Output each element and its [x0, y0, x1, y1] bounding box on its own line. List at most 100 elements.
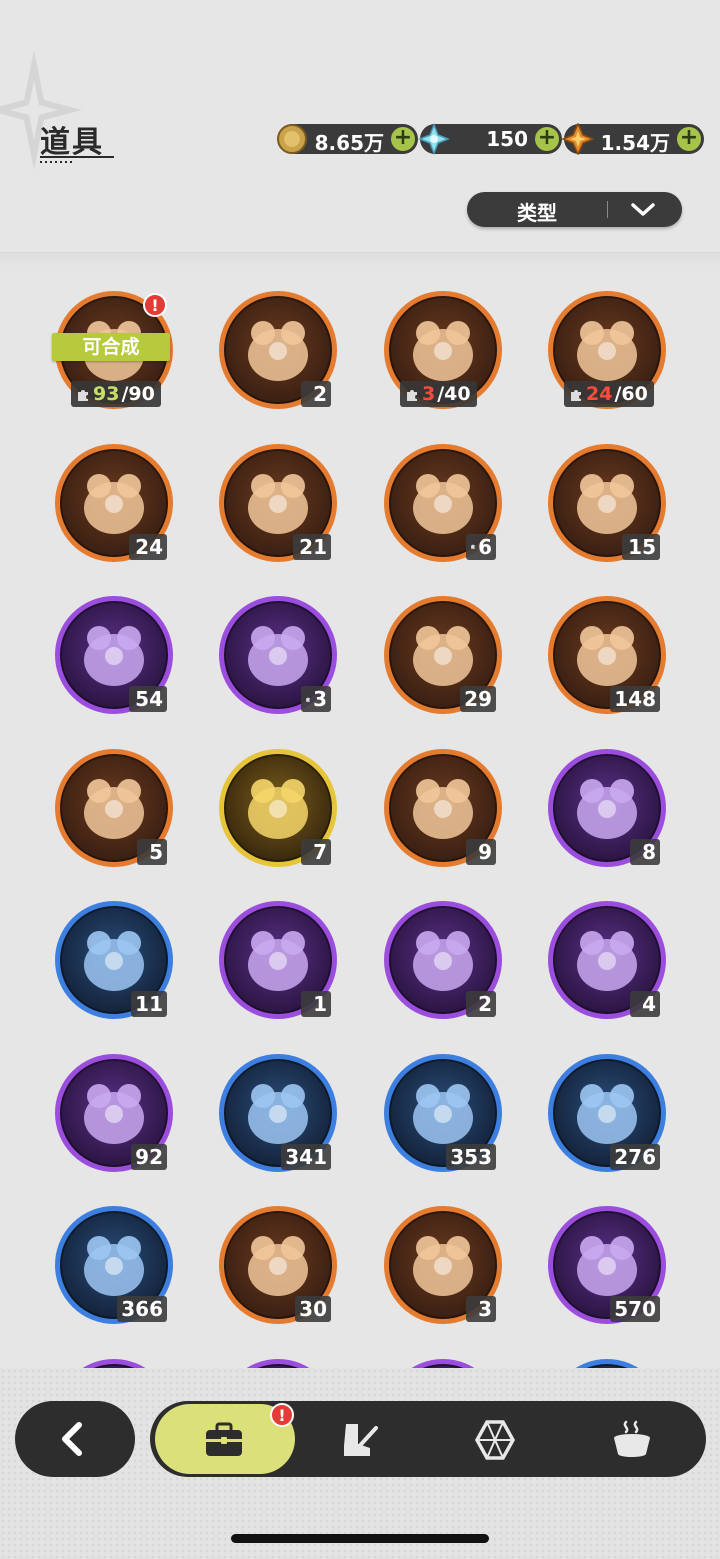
item-magic-mirror[interactable]: 2: [384, 901, 502, 1019]
item-white-creature-plush[interactable]: 21: [219, 443, 337, 562]
item-pickaxe[interactable]: 276: [548, 1053, 666, 1172]
grumpy-plush-icon: [248, 626, 308, 686]
item-pink-star-crystal[interactable]: 29: [384, 596, 502, 714]
item-count-value: 3: [313, 687, 327, 711]
pickaxe-icon: [577, 1083, 637, 1144]
gold-card-icon: [248, 778, 308, 839]
item-fragment-progress: 93/90: [71, 381, 161, 407]
fragment-have: 24: [586, 383, 613, 405]
purple-card-icon: [577, 778, 637, 839]
add-star-shard-button[interactable]: +: [677, 127, 701, 151]
ruby-heart-icon: [248, 1236, 308, 1296]
item-scroll[interactable]: 4: [548, 901, 666, 1019]
blue-card-icon: [84, 931, 144, 991]
item-golden-seed[interactable]: 1: [219, 901, 337, 1019]
item-mystery-bear-fragment[interactable]: 3/40: [384, 291, 502, 409]
item-knight-plush[interactable]: 24: [55, 443, 173, 562]
item-grid-scroll[interactable]: 93/90 可合成! 2 3/40 24/60 24 21 6 15 54 3 29 148 5 7 9 8 11…: [0, 252, 720, 1368]
briefcase-icon[interactable]: [202, 1418, 246, 1462]
add-gold-button[interactable]: +: [391, 127, 415, 151]
item-paw-badge[interactable]: 5: [55, 748, 173, 867]
fragment-have: 3: [422, 383, 436, 405]
item-partial-3[interactable]: [384, 1358, 502, 1368]
item-count-value: 54: [135, 687, 163, 711]
boot-sword-icon[interactable]: [336, 1418, 380, 1462]
type-filter-dropdown[interactable]: 类型: [467, 192, 682, 227]
item-purple-crystal-compass[interactable]: 2: [219, 291, 337, 409]
paw-badge-icon: [84, 778, 144, 839]
item-count: 148: [610, 686, 660, 712]
item-count: 276: [610, 1143, 660, 1170]
currency-crystal: 150 +: [418, 123, 562, 155]
item-alert-badge: !: [143, 293, 167, 317]
add-crystal-button[interactable]: +: [535, 127, 559, 151]
item-count: 92: [131, 1143, 167, 1170]
item-lavender-creature-plush[interactable]: 15: [548, 443, 666, 562]
lavender-creature-icon: [577, 473, 637, 534]
item-count: 4: [630, 991, 660, 1017]
item-blue-star-crystal[interactable]: 148: [548, 596, 666, 714]
item-count-value: 21: [299, 534, 327, 559]
white-creature-icon: [248, 473, 308, 534]
item-count-value: 24: [135, 534, 163, 559]
blue-star-crystal-icon: [577, 626, 637, 686]
item-gold-card[interactable]: 7: [219, 748, 337, 867]
orange-card-icon: [413, 778, 473, 839]
item-orange-card[interactable]: 9: [384, 748, 502, 867]
title-dots: [40, 161, 72, 163]
ticket-icon: [413, 1236, 473, 1296]
fragment-need: /40: [437, 383, 471, 405]
item-count: 30: [295, 1296, 331, 1322]
item-grumpy-plush[interactable]: 3: [219, 596, 337, 714]
item-owl-plush[interactable]: 54: [55, 596, 173, 714]
currency-star-shard: 1.54万 +: [562, 123, 704, 155]
item-ticket[interactable]: 3: [384, 1206, 502, 1324]
hexagon-gem-icon[interactable]: [473, 1418, 517, 1462]
item-count: 5: [137, 838, 167, 865]
item-purple-card[interactable]: 8: [548, 748, 666, 867]
golden-seed-icon: [248, 931, 308, 991]
fragment-need: /90: [121, 383, 155, 405]
item-rarity-ring: [548, 1358, 666, 1368]
purple-crystal-icon: [248, 321, 308, 381]
item-hammer[interactable]: 366: [55, 1206, 173, 1324]
item-boxing-glove[interactable]: 353: [384, 1053, 502, 1172]
item-count: 21: [293, 533, 331, 560]
dark-bear-icon: [413, 473, 473, 534]
cooking-pot-icon[interactable]: [610, 1418, 654, 1462]
chevron-left-icon: [62, 1422, 82, 1456]
item-count: 24: [129, 533, 167, 560]
back-button[interactable]: [15, 1401, 135, 1477]
home-indicator: [231, 1534, 489, 1543]
item-ruby-heart[interactable]: 30: [219, 1206, 337, 1324]
item-bear-fragment[interactable]: 93/90 可合成!: [52, 291, 173, 409]
item-count: 15: [622, 533, 660, 560]
item-brown-bear-fragment[interactable]: 24/60: [548, 291, 666, 409]
item-dark-bear-plush[interactable]: 6: [384, 443, 502, 562]
pink-star-crystal-icon: [413, 626, 473, 686]
item-count: 1: [301, 991, 331, 1017]
item-blue-card[interactable]: 11: [55, 901, 173, 1019]
item-count: 2: [301, 381, 331, 407]
item-peach[interactable]: 92: [55, 1053, 173, 1172]
shovel-icon: [248, 1083, 308, 1144]
item-fragment-progress: 3/40: [400, 381, 477, 407]
item-count: 570: [610, 1296, 660, 1322]
coin-icon: [277, 124, 307, 154]
item-partial-1[interactable]: [55, 1358, 173, 1368]
glove-icon: [413, 1083, 473, 1144]
item-gold-flower-coin[interactable]: 570: [548, 1206, 666, 1324]
item-rarity-ring: [219, 1358, 337, 1368]
peach-icon: [84, 1083, 144, 1144]
item-fragment-progress: 24/60: [564, 381, 654, 407]
item-partial-4[interactable]: [548, 1358, 666, 1368]
items-tab-alert-badge: !: [270, 1403, 294, 1427]
item-count: 29: [460, 686, 496, 712]
item-count-value: 15: [628, 534, 656, 559]
item-partial-2[interactable]: [219, 1358, 337, 1368]
currency-crystal-value: 150: [486, 127, 528, 151]
item-shovel[interactable]: 341: [219, 1053, 337, 1172]
item-count: 8: [630, 838, 660, 865]
item-count: 7: [301, 838, 331, 865]
item-count: 2: [466, 991, 496, 1017]
